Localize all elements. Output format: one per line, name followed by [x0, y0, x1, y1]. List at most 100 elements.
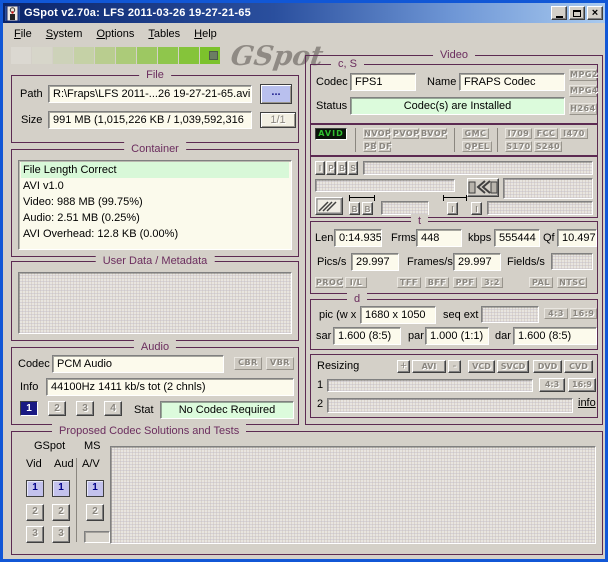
ipbs-s-button: S	[348, 161, 358, 175]
ms-av-1-button[interactable]: 1	[86, 480, 104, 497]
avid-indicator: AVID	[315, 128, 347, 140]
container-listbox[interactable]: File Length Correct AVI v1.0 Video: 988 …	[18, 160, 292, 250]
pic-field[interactable]: 1680 x 1050	[360, 306, 436, 324]
flags-divider	[355, 128, 356, 152]
progress-segment	[95, 47, 115, 64]
codec-status-subgroup: c, S Codec FPS1 Name FRAPS Codec Status …	[310, 57, 598, 124]
i470-flag: I470	[560, 128, 588, 139]
info-link[interactable]: info	[578, 397, 596, 409]
gspot-vid-2-button: 2	[26, 504, 44, 521]
path-label: Path	[20, 88, 43, 100]
gspot-vid-3-button: 3	[26, 526, 44, 543]
file-group-caption: File	[139, 68, 171, 82]
qpel-flag: QPEL	[462, 141, 492, 152]
container-line-status: File Length Correct	[21, 162, 289, 178]
progress-segment	[116, 47, 136, 64]
file-group: File Path R:\Fraps\LFS 2011-...26 19-27-…	[11, 68, 299, 143]
frms-field[interactable]: 448	[416, 229, 462, 247]
s240-flag: S240	[534, 141, 562, 152]
video-group-caption: Video	[433, 48, 475, 62]
sar-field[interactable]: 1.600 (8:5)	[333, 327, 401, 345]
len-field[interactable]: 0:14.935	[334, 229, 382, 247]
audio-codec-label: Codec	[18, 358, 50, 370]
picture-icon	[315, 197, 343, 215]
size-label: Size	[21, 114, 43, 126]
resizing-label: Resizing	[317, 360, 360, 372]
fields-field	[551, 253, 593, 270]
maximize-button[interactable]	[569, 6, 585, 20]
minimize-button[interactable]	[551, 6, 567, 20]
menu-tables[interactable]: Tables	[141, 26, 187, 42]
browse-button[interactable]: ...	[260, 84, 292, 104]
menu-file[interactable]: File	[7, 26, 39, 42]
pics-field[interactable]: 29.997	[351, 253, 399, 271]
size-field[interactable]: 991 MB (1,015,226 KB / 1,039,592,316	[48, 111, 252, 129]
audio-stream-1-button[interactable]: 1	[20, 401, 38, 416]
svcd-button: SVCD	[497, 360, 529, 373]
ms-av-2-button: 2	[86, 504, 104, 521]
df-flag: DF	[378, 141, 393, 152]
gspot-aud-1-button[interactable]: 1	[52, 480, 70, 497]
path-field[interactable]: R:\Fraps\LFS 2011-...26 19-27-21-65.avi	[48, 85, 252, 103]
resize-minus-button: -	[448, 360, 461, 373]
page-button: 1/1	[260, 112, 296, 128]
resize-43-button[interactable]: 4:3	[539, 378, 565, 392]
video-codec-field[interactable]: FPS1	[350, 73, 416, 91]
menu-options[interactable]: Options	[89, 26, 141, 42]
interlace-info-box	[503, 178, 593, 199]
frames-label: Frames/s	[407, 256, 453, 268]
gspot-window: GSpot v2.70a: LFS 2011-03-26 19-27-21-65…	[0, 0, 608, 562]
window-title: GSpot v2.70a: LFS 2011-03-26 19-27-21-65	[24, 7, 251, 19]
il-flag: I/L	[345, 277, 367, 288]
seq-ext-label: seq ext	[443, 309, 479, 321]
pulldown-flag: 3:2	[481, 277, 503, 288]
video-name-label: Name	[427, 76, 457, 88]
audio-stream-3-button: 3	[76, 401, 94, 416]
ipbs-p-button: P	[326, 161, 336, 175]
frames-field[interactable]: 29.997	[453, 253, 501, 271]
proposed-divider	[76, 458, 77, 542]
ms-col-label: MS	[84, 440, 101, 452]
par-label: par	[408, 330, 424, 342]
close-button[interactable]: ×	[587, 6, 603, 20]
audio-info-field[interactable]: 44100Hz 1411 kb/s tot (2 chnls)	[46, 378, 294, 396]
i-span-marker-icon	[443, 195, 467, 201]
t-caption: t	[411, 214, 429, 228]
d-43-flag: 4:3	[544, 308, 568, 319]
gspot-vid-1-button[interactable]: 1	[26, 480, 44, 497]
gspot-aud-3-button: 3	[52, 526, 70, 543]
ms-av-status-box	[84, 531, 110, 543]
kbps-field[interactable]: 555444	[494, 229, 540, 247]
par-field[interactable]: 1.000 (1:1)	[425, 327, 489, 345]
progress-segment	[32, 47, 52, 64]
dvd-button: DVD	[533, 360, 562, 373]
progress-segment	[11, 47, 31, 64]
pvop-flag: PVOP	[392, 128, 420, 139]
dar-field[interactable]: 1.600 (8:5)	[513, 327, 597, 345]
resizing-subgroup: Resizing + AVI - VCD SVCD DVD CVD 1 4:3 …	[310, 354, 598, 418]
audio-group: Audio Codec PCM Audio CBR VBR Info 44100…	[11, 340, 299, 425]
d-caption: d	[347, 292, 368, 306]
user-data-box	[18, 272, 292, 334]
video-name-field[interactable]: FRAPS Codec	[459, 73, 565, 91]
audio-info-label: Info	[20, 381, 39, 393]
progress-segment	[74, 47, 94, 64]
resize-avi-button: AVI	[412, 360, 446, 373]
progress-segment	[179, 47, 199, 64]
menu-help[interactable]: Help	[187, 26, 224, 42]
menu-system[interactable]: System	[39, 26, 90, 42]
frms-label: Frms	[391, 232, 417, 244]
i-frame-info-bar	[487, 201, 593, 215]
container-line-video: Video: 988 MB (99.75%)	[23, 196, 143, 208]
audio-codec-field[interactable]: PCM Audio	[52, 355, 224, 373]
ntsc-flag: NTSC	[557, 277, 587, 288]
qf-field[interactable]: 10.497	[557, 229, 597, 247]
resize-row2-bar	[327, 398, 573, 413]
title-bar: GSpot v2.70a: LFS 2011-03-26 19-27-21-65…	[3, 3, 605, 23]
b-frame-button-2: B	[362, 202, 373, 215]
vbr-button: VBR	[266, 357, 294, 370]
ipbs-i-button: I	[315, 161, 325, 175]
mpg4-button: MPG4	[569, 85, 598, 97]
app-icon	[5, 5, 20, 21]
resize-169-button[interactable]: 16:9	[568, 378, 596, 392]
